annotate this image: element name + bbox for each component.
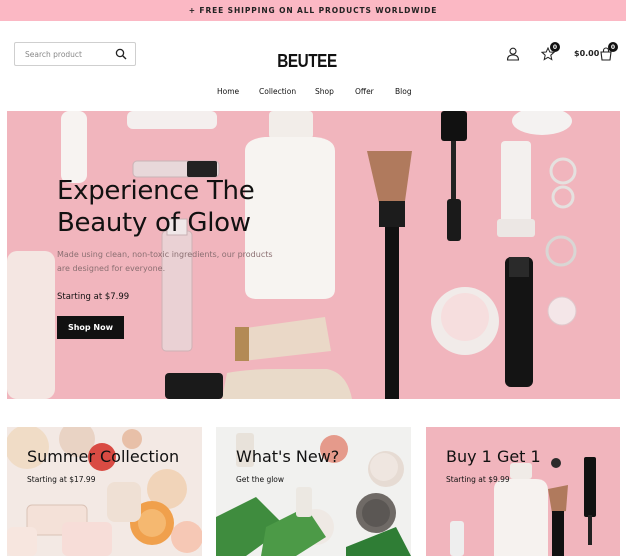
hero-title-line-1: Experience The xyxy=(57,176,255,206)
announcement-bar: + FREE SHIPPING ON ALL PRODUCTS WORLDWID… xyxy=(0,0,626,21)
hero-price: Starting at $7.99 xyxy=(57,292,130,302)
card-subtitle: Starting at $9.99 xyxy=(446,475,510,484)
cart-count-badge: 0 xyxy=(608,42,618,52)
promo-card-bogo[interactable]: Buy 1 Get 1 Starting at $9.99 xyxy=(426,427,620,556)
nav-item-blog[interactable]: Blog xyxy=(395,87,412,96)
search-icon[interactable] xyxy=(115,48,127,60)
site-logo[interactable]: BEUTEE xyxy=(276,51,339,72)
promo-card-summer[interactable]: Summer Collection Starting at $17.99 xyxy=(7,427,202,556)
main-nav: Home Collection Shop Offer Blog xyxy=(0,87,626,99)
nav-item-collection[interactable]: Collection xyxy=(259,87,296,96)
cart-button[interactable]: 0 xyxy=(598,42,618,62)
search-input[interactable] xyxy=(25,49,111,59)
card-subtitle: Starting at $17.99 xyxy=(27,475,96,484)
nav-item-home[interactable]: Home xyxy=(217,87,239,96)
card-subtitle: Get the glow xyxy=(236,475,285,484)
card-title: Buy 1 Get 1 xyxy=(446,447,541,466)
wishlist-button[interactable]: 0 xyxy=(540,42,560,62)
nav-item-offer[interactable]: Offer xyxy=(355,87,374,96)
account-button[interactable] xyxy=(505,46,521,62)
card-title: What's New? xyxy=(236,447,340,466)
hero-banner: Experience The Beauty of Glow Made using… xyxy=(7,111,620,399)
wishlist-count-badge: 0 xyxy=(550,42,560,52)
shop-now-button[interactable]: Shop Now xyxy=(57,316,124,339)
announcement-text: + FREE SHIPPING ON ALL PRODUCTS WORLDWID… xyxy=(188,6,438,15)
search-box[interactable] xyxy=(14,42,136,66)
user-icon xyxy=(506,47,520,61)
card-title: Summer Collection xyxy=(27,447,180,466)
hero-title-line-2: Beauty of Glow xyxy=(57,208,251,238)
hero-description: Made using clean, non-toxic ingredients,… xyxy=(57,250,273,273)
hero-title: Experience The Beauty of Glow xyxy=(57,175,297,239)
cart-total[interactable]: $0.00 xyxy=(574,49,599,58)
nav-item-shop[interactable]: Shop xyxy=(315,87,334,96)
promo-card-whats-new[interactable]: What's New? Get the glow xyxy=(216,427,411,556)
